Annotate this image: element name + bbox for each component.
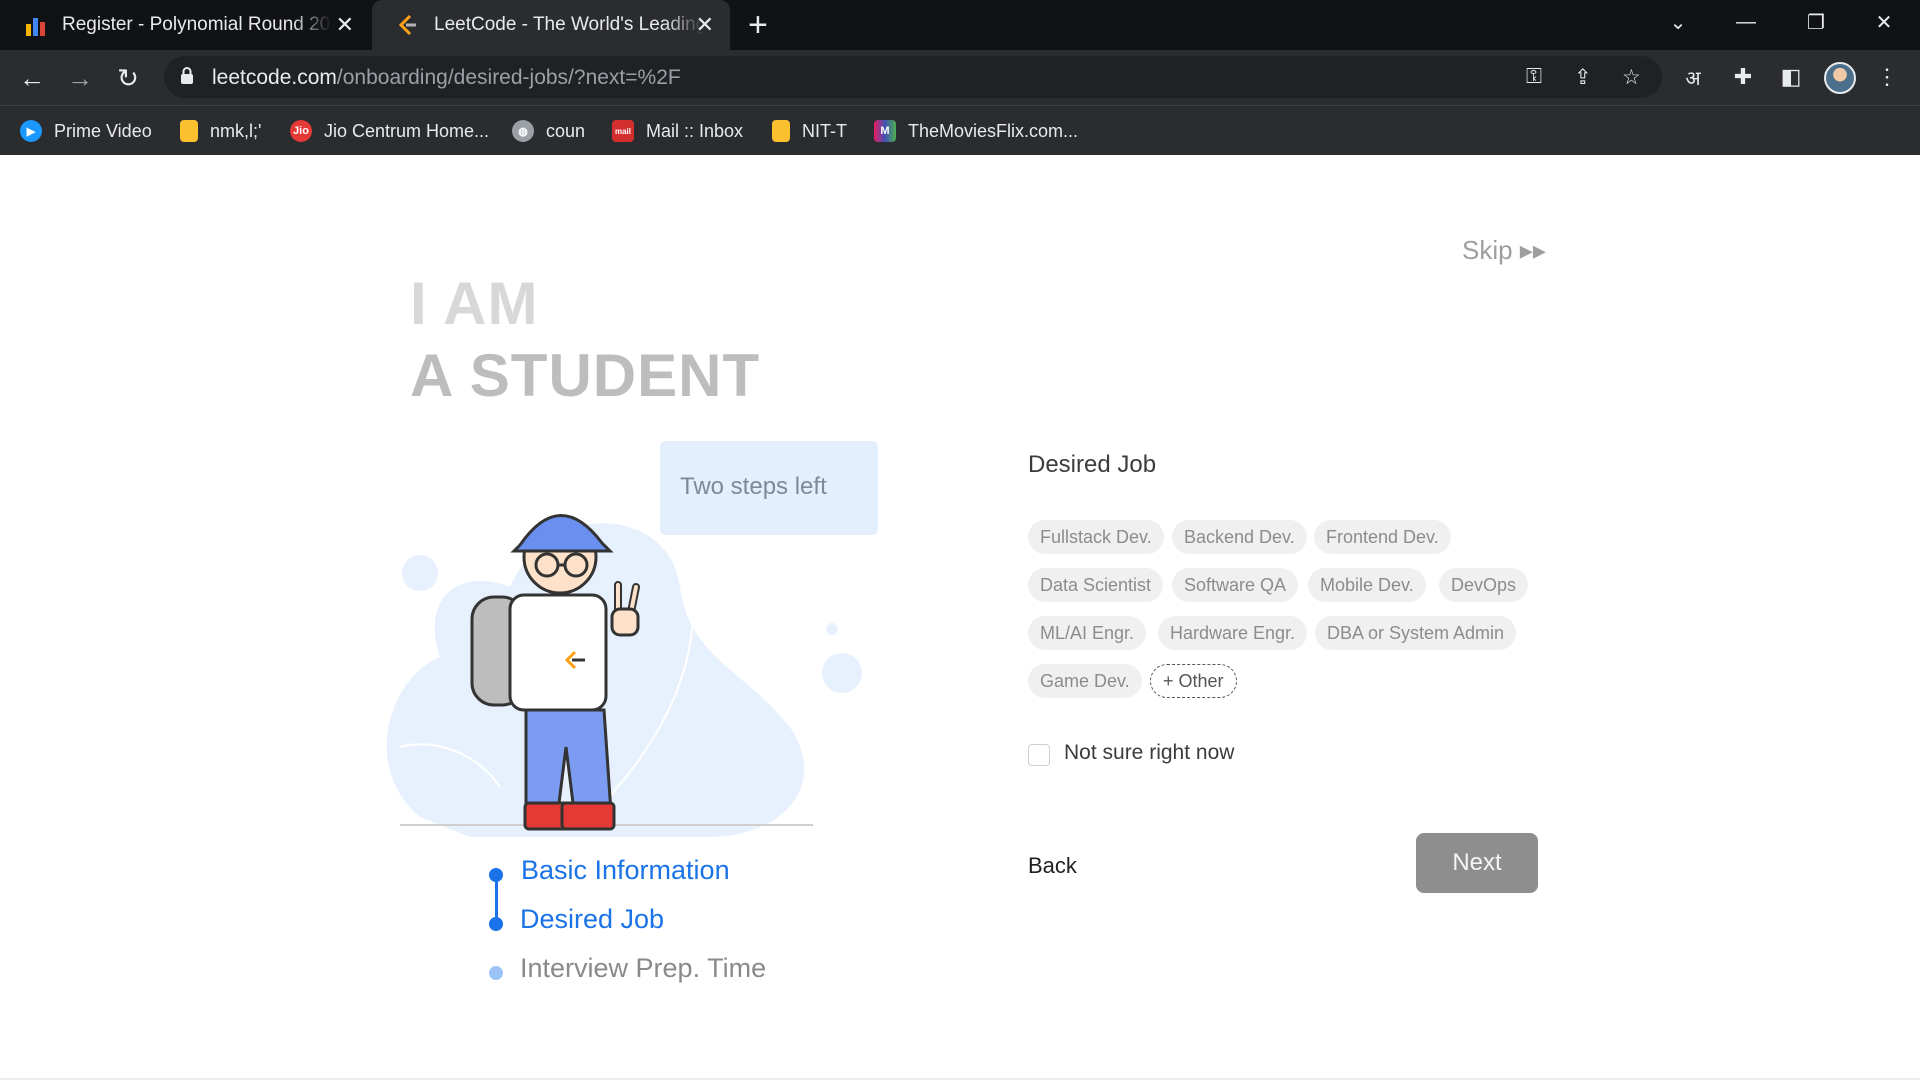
reload-icon[interactable]: ↻	[108, 58, 148, 98]
bar-chart-icon	[26, 18, 45, 36]
close-icon[interactable]: ✕	[336, 12, 354, 38]
play-icon: ▶	[20, 120, 42, 142]
minimize-icon[interactable]: —	[1712, 0, 1780, 45]
folder-icon	[180, 120, 198, 142]
moviesflix-logo-icon: M	[874, 120, 896, 142]
mail-icon: mail	[612, 120, 634, 142]
bookmark-nmk[interactable]: nmk,l;'	[180, 116, 261, 146]
translate-icon[interactable]: अ	[1676, 60, 1710, 94]
step-connector	[495, 876, 498, 922]
folder-icon	[772, 120, 790, 142]
bookmark-moviesflix[interactable]: M TheMoviesFlix.com...	[874, 116, 1078, 146]
toolbar: ← → ↻ leetcode.com/onboarding/desired-jo…	[0, 50, 1920, 105]
tab-title: Register - Polynomial Round 2022	[62, 14, 332, 35]
onboarding-page: Skip ▸▸ I AM A STUDENT Two steps left Ba…	[0, 155, 1920, 1080]
add-other-job-button[interactable]: + Other	[1150, 664, 1237, 698]
bookmark-nitt[interactable]: NIT-T	[772, 116, 847, 146]
bookmark-label: NIT-T	[802, 120, 847, 141]
tab-title: LeetCode - The World's Leading Online Pr…	[434, 14, 704, 35]
lock-icon	[181, 67, 193, 84]
tab-search-icon[interactable]: ⌄	[1644, 0, 1712, 45]
url-path: /onboarding/desired-jobs/?next=%2F	[336, 66, 681, 89]
forward-arrow-icon[interactable]: →	[60, 58, 100, 98]
back-arrow-icon[interactable]: ←	[12, 58, 52, 98]
job-chip[interactable]: Fullstack Dev.	[1028, 520, 1164, 554]
jio-logo-icon: Jio	[290, 120, 312, 142]
bookmark-label: Prime Video	[54, 120, 152, 141]
bookmark-mail[interactable]: mail Mail :: Inbox	[612, 116, 743, 146]
restore-icon[interactable]: ❐	[1782, 0, 1850, 45]
not-sure-label[interactable]: Not sure right now	[1064, 741, 1234, 765]
job-chip[interactable]: Backend Dev.	[1172, 520, 1307, 554]
step-dot-done	[489, 868, 503, 882]
job-chip[interactable]: Software QA	[1172, 568, 1299, 602]
step-desired-job: Desired Job	[520, 904, 665, 934]
step-dot-pending	[489, 966, 503, 980]
menu-icon[interactable]: ⋮	[1870, 60, 1904, 94]
bookmark-label: Mail :: Inbox	[646, 120, 744, 141]
bookmark-label: TheMoviesFlix.com...	[908, 120, 1079, 141]
bookmarks-bar: ▶ Prime Video nmk,l;' Jio Jio Centrum Ho…	[0, 105, 1920, 155]
bookmark-jio[interactable]: Jio Jio Centrum Home...	[290, 116, 489, 146]
skip-link[interactable]: Skip ▸▸	[1462, 235, 1546, 266]
job-chip[interactable]: Hardware Engr.	[1158, 616, 1308, 650]
side-panel-icon[interactable]: ◧	[1774, 60, 1808, 94]
close-icon[interactable]: ✕	[696, 12, 714, 38]
new-tab-icon[interactable]: +	[748, 6, 768, 44]
bookmark-label: coun	[546, 120, 586, 141]
job-chip[interactable]: Game Dev.	[1028, 664, 1142, 698]
key-icon[interactable]: ⚿	[1526, 65, 1542, 89]
url-text: leetcode.com/onboarding/desired-jobs/?ne…	[212, 66, 681, 90]
profile-avatar[interactable]	[1824, 62, 1856, 94]
share-icon[interactable]: ⇪	[1574, 65, 1592, 90]
job-chip[interactable]: Mobile Dev.	[1308, 568, 1426, 602]
tab-strip: Register - Polynomial Round 2022 ✕ LeetC…	[0, 0, 1920, 50]
globe-icon: ◍	[512, 120, 534, 142]
steps-left-text: Two steps left	[680, 473, 827, 500]
bookmark-coun[interactable]: ◍ coun	[512, 116, 585, 146]
step-dot-current	[489, 917, 503, 931]
address-bar[interactable]: leetcode.com/onboarding/desired-jobs/?ne…	[164, 56, 1662, 98]
job-chip[interactable]: Data Scientist	[1028, 568, 1164, 602]
job-chip[interactable]: DBA or System Admin	[1315, 616, 1517, 650]
job-chip[interactable]: ML/AI Engr.	[1028, 616, 1147, 650]
close-window-icon[interactable]: ✕	[1850, 0, 1918, 45]
bookmark-prime-video[interactable]: ▶ Prime Video	[20, 116, 152, 146]
heading-line-2: A STUDENT	[410, 342, 761, 409]
back-button[interactable]: Back	[1028, 853, 1077, 879]
tab-leetcode[interactable]: LeetCode - The World's Leading Online Pr…	[372, 0, 730, 50]
job-chip[interactable]: Frontend Dev.	[1314, 520, 1451, 554]
tab-register[interactable]: Register - Polynomial Round 2022 ✕	[0, 0, 370, 50]
step-basic-information: Basic Information	[521, 855, 730, 885]
star-icon[interactable]: ☆	[1622, 65, 1641, 90]
extensions-icon[interactable]: ✚	[1726, 60, 1760, 94]
desired-job-title: Desired Job	[1028, 451, 1157, 478]
browser-chrome: Register - Polynomial Round 2022 ✕ LeetC…	[0, 0, 1920, 155]
bookmark-label: Jio Centrum Home...	[324, 120, 490, 141]
job-chip[interactable]: DevOps	[1439, 568, 1529, 602]
leetcode-logo-icon	[398, 14, 416, 36]
bookmark-label: nmk,l;'	[210, 120, 262, 141]
step-interview-prep-time: Interview Prep. Time	[520, 953, 767, 983]
heading-line-1: I AM	[410, 270, 539, 337]
next-button[interactable]: Next	[1416, 833, 1538, 893]
url-host: leetcode.com	[212, 66, 337, 89]
not-sure-checkbox[interactable]	[1028, 744, 1050, 766]
